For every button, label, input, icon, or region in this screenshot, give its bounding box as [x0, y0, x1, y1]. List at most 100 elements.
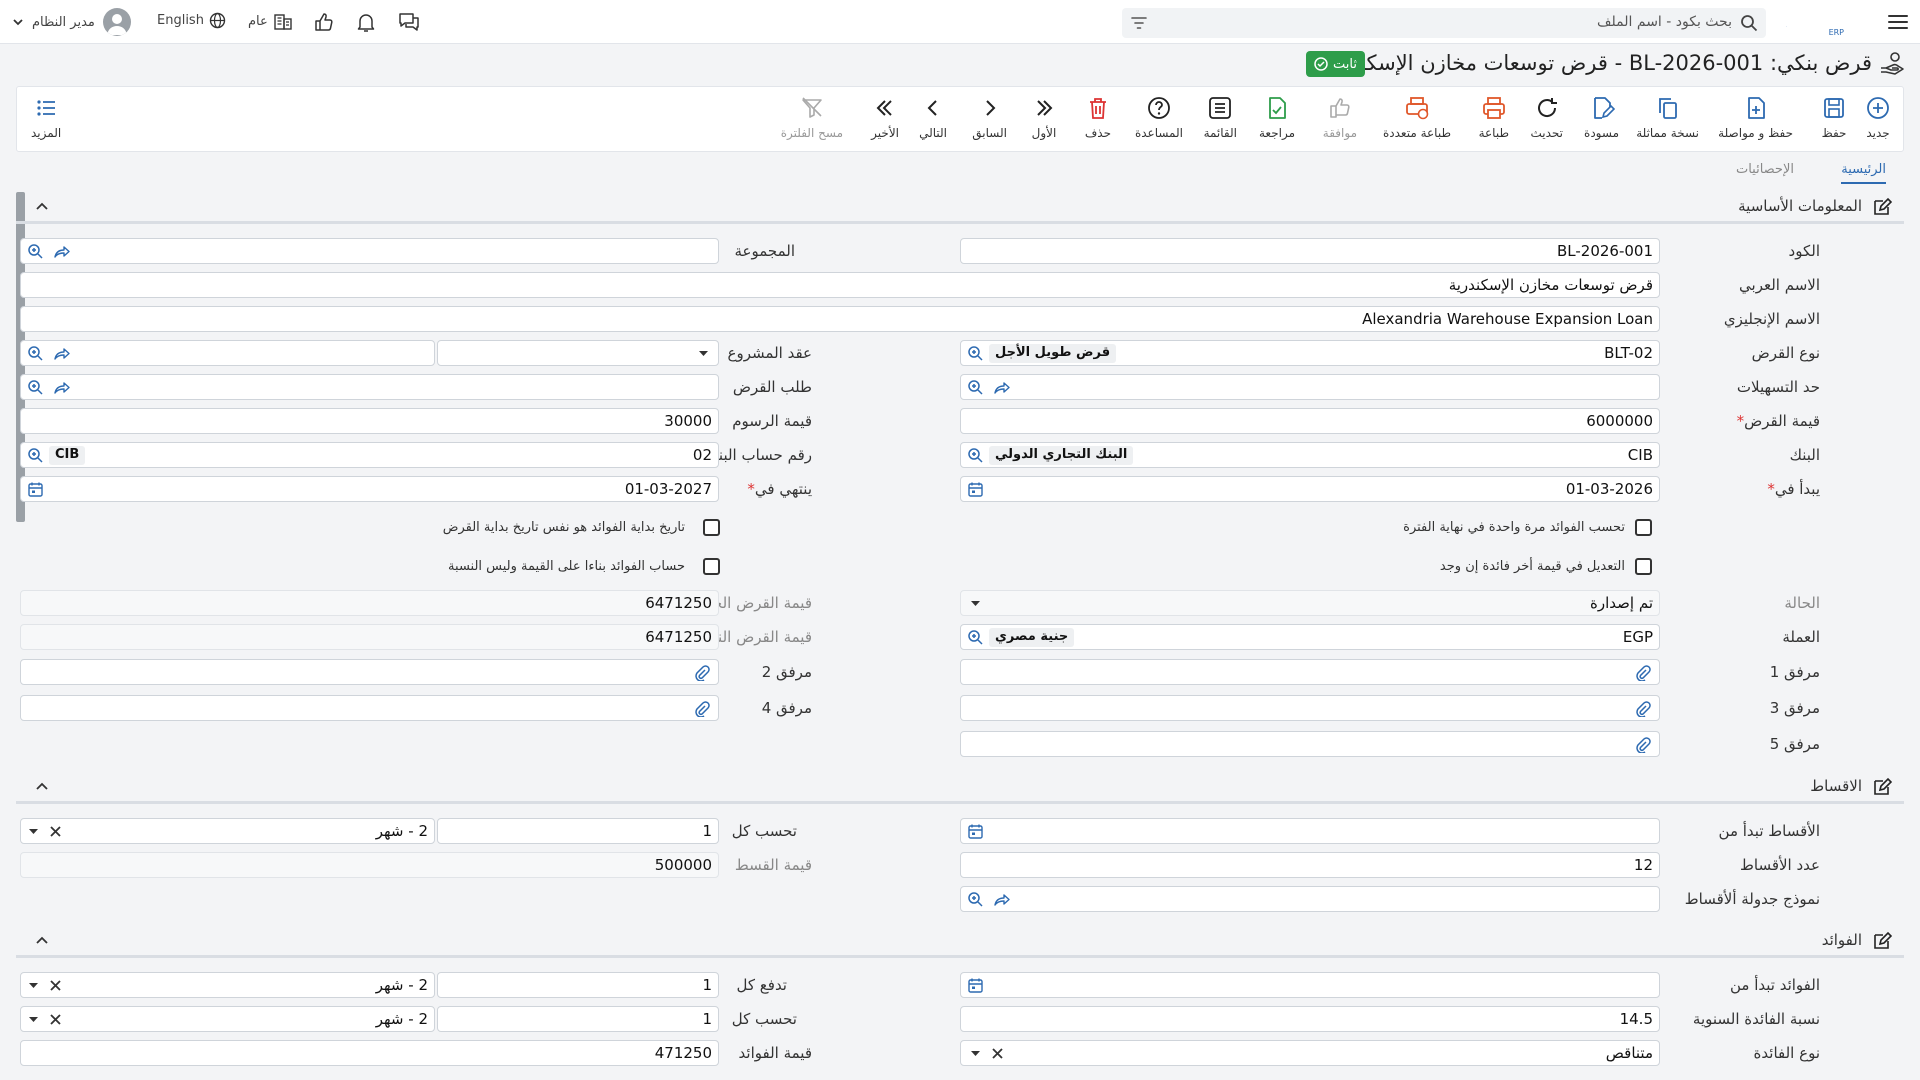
approve-button[interactable]: موافقة [1323, 95, 1357, 140]
attachment-4-field[interactable] [20, 695, 719, 721]
multi-print-button[interactable]: طباعة متعددة [1383, 95, 1451, 140]
interest-type-select[interactable]: متناقص [960, 1040, 1660, 1066]
interest-start-same-checkbox[interactable] [703, 519, 720, 536]
search-plus-icon[interactable] [27, 379, 44, 396]
search-plus-icon[interactable] [967, 379, 984, 396]
interest-value-field[interactable]: 471250 [20, 1040, 719, 1066]
search-plus-icon[interactable] [967, 345, 984, 362]
share-icon[interactable] [53, 379, 70, 396]
paperclip-icon[interactable] [693, 700, 710, 717]
nama-erp-logo[interactable]: NAMA ERP [1786, 5, 1870, 37]
section-installments[interactable]: الاقساط [16, 770, 1904, 804]
interest-start-field[interactable] [960, 972, 1660, 998]
chat-icon[interactable] [397, 11, 421, 33]
interest-rate-field[interactable]: 14.5 [960, 1006, 1660, 1032]
loan-value-field[interactable]: 6000000 [960, 408, 1660, 434]
fees-value-field[interactable]: 30000 [20, 408, 719, 434]
close-icon[interactable] [47, 977, 64, 994]
interest-pay-unit-select[interactable]: 2 - شهر [20, 972, 435, 998]
filter-icon[interactable] [1130, 15, 1148, 31]
installments-template-field[interactable] [960, 886, 1660, 912]
more-button[interactable]: المزيد [31, 95, 61, 140]
credit-limit-field[interactable] [960, 374, 1660, 400]
adjust-last-interest-checkbox[interactable] [1635, 558, 1652, 575]
close-icon[interactable] [47, 1011, 64, 1028]
duplicate-button[interactable]: نسخة مماثلة [1636, 95, 1699, 140]
share-icon[interactable] [993, 891, 1010, 908]
refresh-button[interactable]: تحديث [1530, 95, 1563, 140]
ends-date-field[interactable]: 01-03-2027 [20, 476, 719, 502]
previous-button[interactable]: السابق [972, 95, 1007, 140]
interest-calc-unit-select[interactable]: 2 - شهر [20, 1006, 435, 1032]
language-switch[interactable]: English [157, 12, 226, 29]
installments-start-field[interactable] [960, 818, 1660, 844]
group-field[interactable] [20, 238, 719, 264]
close-icon[interactable] [47, 823, 64, 840]
paperclip-icon[interactable] [1634, 664, 1651, 681]
attachment-1-field[interactable] [960, 659, 1660, 685]
chevron-up-icon[interactable] [34, 199, 50, 215]
search-plus-icon[interactable] [967, 891, 984, 908]
search-plus-icon[interactable] [967, 447, 984, 464]
project-contract-select[interactable] [437, 340, 719, 366]
share-icon[interactable] [53, 345, 70, 362]
next-button[interactable]: التالي [919, 95, 947, 140]
status-select[interactable]: تم إصدارة [960, 590, 1660, 616]
clear-filter-button[interactable]: مسح الفلترة [781, 95, 843, 140]
search-plus-icon[interactable] [27, 447, 44, 464]
attachment-2-field[interactable] [20, 659, 719, 685]
save-button[interactable]: حفظ [1821, 95, 1847, 140]
close-icon[interactable] [989, 1045, 1006, 1062]
print-button[interactable]: طباعة [1479, 95, 1509, 140]
code-field[interactable]: BL-2026-001 [960, 238, 1660, 264]
calendar-icon[interactable] [27, 481, 44, 498]
chevron-up-icon[interactable] [34, 779, 50, 795]
menu-icon[interactable] [1886, 10, 1910, 34]
paperclip-icon[interactable] [693, 664, 710, 681]
share-icon[interactable] [53, 243, 70, 260]
last-button[interactable]: الأخير [871, 95, 899, 140]
section-basic-info[interactable]: المعلومات الأساسية [16, 190, 1904, 224]
user-menu[interactable]: مدير النظام [12, 7, 131, 37]
search-plus-icon[interactable] [27, 345, 44, 362]
scope-selector[interactable]: عام [248, 12, 293, 30]
attachment-5-field[interactable] [960, 731, 1660, 757]
installments-count-field[interactable]: 12 [960, 852, 1660, 878]
installments-calc-unit-select[interactable]: 2 - شهر [20, 818, 435, 844]
save-continue-button[interactable]: حفظ و مواصلة [1718, 95, 1793, 140]
tab-main[interactable]: الرئيسية [1841, 162, 1886, 184]
search-input[interactable]: بحث بكود - اسم الملف [1597, 14, 1732, 30]
draft-button[interactable]: مسودة [1584, 95, 1619, 140]
english-name-field[interactable]: Alexandria Warehouse Expansion Loan [20, 306, 1660, 332]
calendar-icon[interactable] [967, 823, 984, 840]
loan-request-field[interactable] [20, 374, 719, 400]
interest-pay-every-field[interactable]: 1 [437, 972, 719, 998]
bell-icon[interactable] [355, 11, 377, 33]
interest-calc-every-field[interactable]: 1 [437, 1006, 719, 1032]
arabic-name-field[interactable]: قرض توسعات مخازن الإسكندرية [20, 272, 1660, 298]
calendar-icon[interactable] [967, 481, 984, 498]
paperclip-icon[interactable] [1634, 736, 1651, 753]
calendar-icon[interactable] [967, 977, 984, 994]
review-button[interactable]: مراجعة [1259, 95, 1295, 140]
paperclip-icon[interactable] [1634, 700, 1651, 717]
project-contract-lookup[interactable] [20, 340, 435, 366]
first-button[interactable]: الأول [1031, 95, 1057, 140]
interest-once-checkbox[interactable] [1635, 519, 1652, 536]
search-plus-icon[interactable] [967, 629, 984, 646]
delete-button[interactable]: حذف [1085, 95, 1111, 140]
search-plus-icon[interactable] [27, 243, 44, 260]
bank-account-field[interactable]: 02 CIB [20, 442, 719, 468]
section-interest[interactable]: الفوائد [16, 924, 1904, 958]
new-button[interactable]: جديد [1865, 95, 1891, 140]
tab-statistics[interactable]: الإحصائيات [1736, 162, 1794, 177]
installments-calc-every-field[interactable]: 1 [437, 818, 719, 844]
share-icon[interactable] [993, 379, 1010, 396]
search-bar[interactable]: بحث بكود - اسم الملف [1122, 8, 1766, 38]
help-button[interactable]: المساعدة [1135, 95, 1183, 140]
attachment-3-field[interactable] [960, 695, 1660, 721]
interest-by-value-checkbox[interactable] [703, 558, 720, 575]
loan-type-field[interactable]: BLT-02 قرض طويل الأجل [960, 340, 1660, 366]
currency-field[interactable]: EGP جنية مصري [960, 624, 1660, 650]
starts-date-field[interactable]: 01-03-2026 [960, 476, 1660, 502]
